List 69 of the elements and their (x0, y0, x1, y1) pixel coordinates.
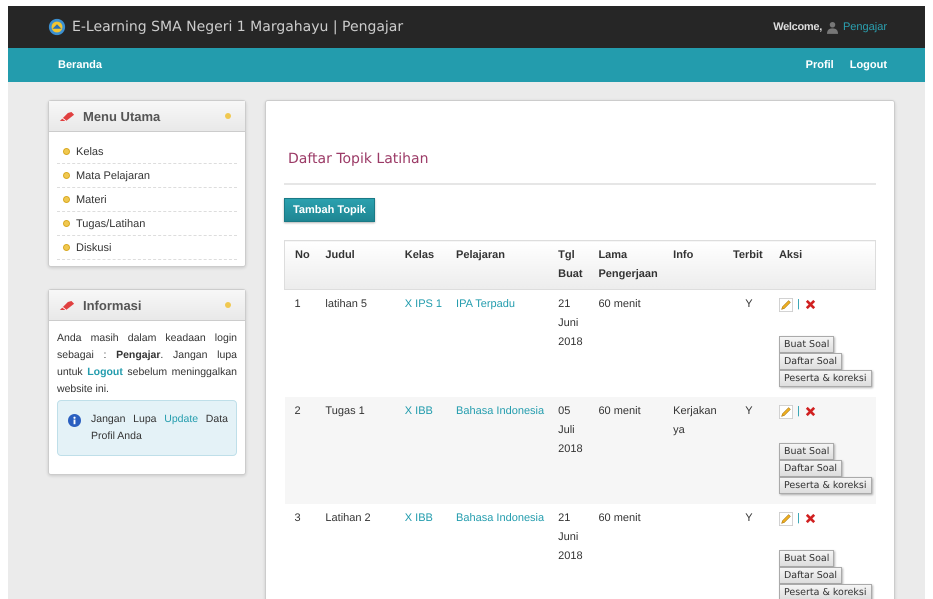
delete-icon[interactable] (804, 298, 817, 311)
table-cell: 60 menit (588, 504, 664, 599)
table-cell: 21 Juni 2018 (548, 290, 588, 397)
eraser-icon (59, 110, 75, 122)
user-link[interactable]: Pengajar (842, 21, 887, 33)
table-cell: 3 (284, 504, 316, 599)
welcome-text: Welcome, (773, 21, 822, 33)
table-cell: Y (722, 290, 769, 397)
menu-item[interactable]: Diskusi (57, 242, 112, 254)
separator: | (796, 511, 800, 526)
dot-icon (225, 302, 231, 308)
action-button[interactable]: Daftar Soal (778, 567, 842, 584)
menu-item[interactable]: Mata Pelajaran (57, 170, 150, 182)
edit-icon[interactable] (778, 298, 793, 312)
user-icon (826, 20, 838, 34)
page-heading: Daftar Topik Latihan (288, 151, 430, 167)
delete-icon[interactable] (804, 405, 817, 418)
action-button[interactable]: Buat Soal (778, 443, 834, 460)
panel-title: Menu Utama (83, 108, 162, 124)
table-cell: 60 menit (588, 290, 664, 397)
table-cell: latihan 5 (315, 290, 395, 397)
column-header: Info (663, 240, 723, 290)
action-button[interactable]: Peserta & koreksi (778, 477, 872, 494)
panel-title: Informasi (83, 298, 143, 312)
bullet-icon (63, 148, 70, 155)
column-header: Tgl Buat (548, 240, 588, 290)
action-button[interactable]: Buat Soal (778, 336, 834, 353)
table-cell: Y (722, 504, 769, 599)
action-button[interactable]: Buat Soal (778, 550, 834, 567)
table-cell: Tugas 1 (315, 397, 395, 504)
menu-item[interactable]: Tugas/Latihan (57, 218, 146, 230)
column-header: Terbit (722, 240, 769, 290)
column-header: Kelas (394, 240, 446, 290)
column-header: Aksi (768, 240, 876, 290)
table-cell: Kerjakan ya (673, 405, 717, 436)
info-text: Anda masih dalam keadaan login sebagai : Pengajar. Jangan lupa untuk Logout sebelum meninggalkan website ini. (57, 331, 237, 397)
action-button[interactable]: Peserta & koreksi (778, 584, 872, 599)
table-cell: 2 (284, 397, 316, 504)
table-cell: 1 (284, 290, 316, 397)
info-icon (68, 414, 81, 427)
edit-icon[interactable] (778, 512, 793, 526)
alert-text: Jangan Lupa Update Data Profil Anda (91, 412, 228, 444)
bullet-icon (63, 220, 70, 227)
column-header: Pelajaran (446, 240, 548, 290)
table-cell: Y (722, 397, 769, 504)
dot-icon (225, 113, 231, 119)
delete-icon[interactable] (804, 512, 817, 525)
site-title: E-Learning SMA Negeri 1 Margahayu | Pengajar (72, 19, 404, 35)
menu-item[interactable]: Kelas (57, 146, 104, 158)
action-button[interactable]: Daftar Soal (778, 460, 842, 477)
bullet-icon (63, 172, 70, 179)
add-topic-button[interactable]: Tambah Topik (284, 198, 375, 222)
column-header: Judul (315, 240, 395, 290)
table-cell: 60 menit (588, 397, 664, 504)
menu-item[interactable]: Materi (57, 194, 107, 206)
edit-icon[interactable] (778, 404, 793, 418)
column-header: No (284, 240, 316, 290)
table-cell: Latihan 2 (315, 504, 395, 599)
action-button[interactable]: Daftar Soal (778, 353, 842, 370)
bullet-icon (63, 244, 70, 251)
school-logo-icon (48, 18, 66, 36)
action-button[interactable]: Peserta & koreksi (778, 370, 872, 387)
bullet-icon (63, 196, 70, 203)
separator: | (796, 404, 800, 419)
separator: | (796, 297, 800, 312)
eraser-icon (59, 300, 75, 310)
table-cell: 21 Juni 2018 (548, 504, 588, 599)
table-cell: 05 Juli 2018 (548, 397, 588, 504)
column-header: Lama Pengerjaan (588, 240, 664, 290)
